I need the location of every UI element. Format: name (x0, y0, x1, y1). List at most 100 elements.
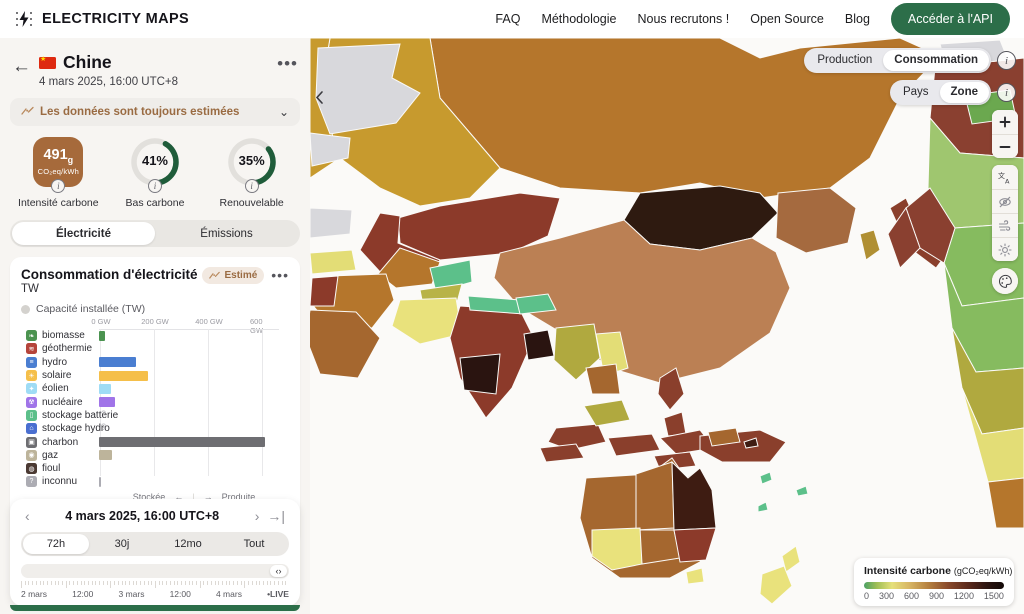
chart-row-gaz[interactable]: ◉ gaz (21, 449, 289, 462)
estimated-badge: Estimé (202, 267, 265, 284)
time-slider[interactable]: ‹› (21, 564, 289, 578)
chart-row-eolien[interactable]: ✦ éolien (21, 382, 289, 395)
eye-off-icon[interactable] (992, 189, 1018, 213)
zone-datetime: 4 mars 2025, 16:00 UTC+8 (39, 76, 179, 88)
info-icon[interactable]: i (51, 179, 66, 193)
brand[interactable]: ELECTRICITY MAPS (0, 9, 189, 29)
chart-row-biomasse[interactable]: ❧ biomasse (21, 329, 289, 342)
more-options-icon[interactable]: ••• (271, 267, 289, 283)
go-to-latest-button[interactable]: →| (263, 508, 289, 524)
capacity-dot-icon (21, 304, 30, 314)
tickmark (222, 581, 223, 585)
sun-icon: ☀ (26, 370, 37, 382)
series-label: fioul (42, 463, 61, 475)
next-time-button[interactable]: › (251, 508, 264, 524)
nav-link-recrutement[interactable]: Nous recrutons ! (638, 12, 730, 26)
tickmark (248, 581, 250, 585)
tickmark (251, 581, 253, 585)
nuclear-icon: ☢ (26, 396, 37, 408)
dashed-line-icon (21, 106, 34, 119)
previous-time-button[interactable]: ‹ (21, 508, 34, 524)
chevron-down-icon[interactable]: ⌄ (279, 105, 289, 119)
card-header: Consommation d'électricité TW Estimé ••• (21, 267, 289, 295)
carbon-intensity-unit: CO₂eq/kWh (37, 166, 80, 176)
nav-link-open-source[interactable]: Open Source (750, 12, 824, 26)
metric-label: Intensité carbone (18, 197, 99, 209)
translate-icon[interactable]: 文A (992, 165, 1018, 189)
toggle-pays[interactable]: Pays (892, 82, 940, 103)
metric-renewable: 35% i Renouvelable (206, 137, 298, 209)
chart-row-charbon[interactable]: ▣ charbon (21, 435, 289, 448)
range-tab-30j[interactable]: 30j (89, 534, 155, 554)
chart-row-nucleaire[interactable]: ☢ nucléaire (21, 395, 289, 408)
chart-x-axis: 0 GW 200 GW 400 GW 600 GW (91, 317, 289, 335)
tickmark (281, 581, 283, 585)
info-icon[interactable]: i (244, 179, 259, 193)
chart-row-geothermie[interactable]: ≋ géothermie (21, 342, 289, 355)
tab-emissions[interactable]: Émissions (155, 222, 298, 245)
tickmark (203, 581, 205, 585)
range-tab-12mo[interactable]: 12mo (155, 534, 221, 554)
nav-link-faq[interactable]: FAQ (495, 12, 520, 26)
chart-row-stockage-batterie[interactable]: ▯ stockage batterie ? (21, 409, 289, 422)
tab-electricite[interactable]: Électricité (12, 222, 155, 245)
tickmark (39, 581, 41, 585)
tickmark (117, 581, 119, 585)
range-tab-tout[interactable]: Tout (221, 534, 287, 554)
estimation-banner[interactable]: Les données sont toujours estimées ⌄ (10, 98, 300, 126)
info-icon[interactable]: i (997, 51, 1016, 70)
back-button[interactable]: ← (12, 52, 31, 78)
sun-icon[interactable] (992, 237, 1018, 261)
range-tab-72h[interactable]: 72h (23, 534, 89, 554)
legend-gradient-bar (864, 582, 1004, 589)
tickmark (255, 581, 257, 585)
toggle-production[interactable]: Production (806, 50, 883, 71)
info-icon[interactable]: i (147, 179, 162, 193)
tickmark (266, 581, 268, 585)
api-access-button[interactable]: Accéder à l'API (890, 3, 1010, 35)
bar-value-unknown: ? (101, 408, 107, 419)
tickmark (143, 581, 145, 585)
country-zone-toggle[interactable]: Pays Zone (889, 80, 991, 105)
series-label: nucléaire (42, 396, 83, 408)
nav-link-methodologie[interactable]: Méthodologie (541, 12, 616, 26)
series-label: charbon (42, 436, 79, 448)
palette-icon[interactable] (992, 268, 1018, 294)
more-options-icon[interactable]: ••• (277, 52, 298, 74)
toggle-zone[interactable]: Zone (939, 82, 989, 103)
unknown-icon: ? (26, 476, 37, 488)
wind-icon[interactable] (992, 213, 1018, 237)
tickmark (229, 581, 231, 585)
chart-row-solaire[interactable]: ☀ solaire (21, 369, 289, 382)
chart-row-hydro[interactable]: ≡ hydro (21, 356, 289, 369)
ci-number: 491 (43, 147, 68, 164)
leaf-icon: ❧ (26, 330, 37, 342)
svg-text:A: A (1005, 177, 1010, 185)
tickmark (181, 581, 183, 585)
zoom-out-button[interactable] (992, 134, 1018, 158)
zoom-in-button[interactable] (992, 110, 1018, 134)
tickmark (95, 581, 97, 585)
time-tickmarks (21, 581, 289, 588)
bar-gaz (99, 450, 112, 461)
collapse-panel-button[interactable] (314, 90, 325, 108)
slider-handle-icon[interactable]: ‹› (270, 565, 287, 577)
tickmark (199, 581, 201, 588)
toggle-consommation[interactable]: Consommation (883, 50, 989, 71)
legend-title-text: Intensité carbone (864, 565, 951, 577)
time-card-accent (10, 605, 300, 611)
production-consumption-toggle[interactable]: Production Consommation (804, 48, 991, 73)
info-icon[interactable]: i (997, 83, 1016, 102)
installed-capacity-row[interactable]: Capacité installée (TW) (21, 303, 289, 315)
chart-row-stockage-hydro[interactable]: ⌂ stockage hydro ? (21, 422, 289, 435)
tickmark (47, 581, 49, 585)
nav-link-blog[interactable]: Blog (845, 12, 870, 26)
bar-value-unknown: ? (101, 422, 107, 433)
live-indicator[interactable]: •LIVE (267, 589, 289, 599)
chart-row-inconnu[interactable]: ? inconnu (21, 475, 289, 488)
chart-row-fioul[interactable]: ◍ fioul (21, 462, 289, 475)
bar-hydro (99, 357, 136, 368)
zoom-controls (992, 110, 1018, 158)
card-title: Consommation d'électricité (21, 267, 198, 282)
tickmark (102, 581, 104, 585)
